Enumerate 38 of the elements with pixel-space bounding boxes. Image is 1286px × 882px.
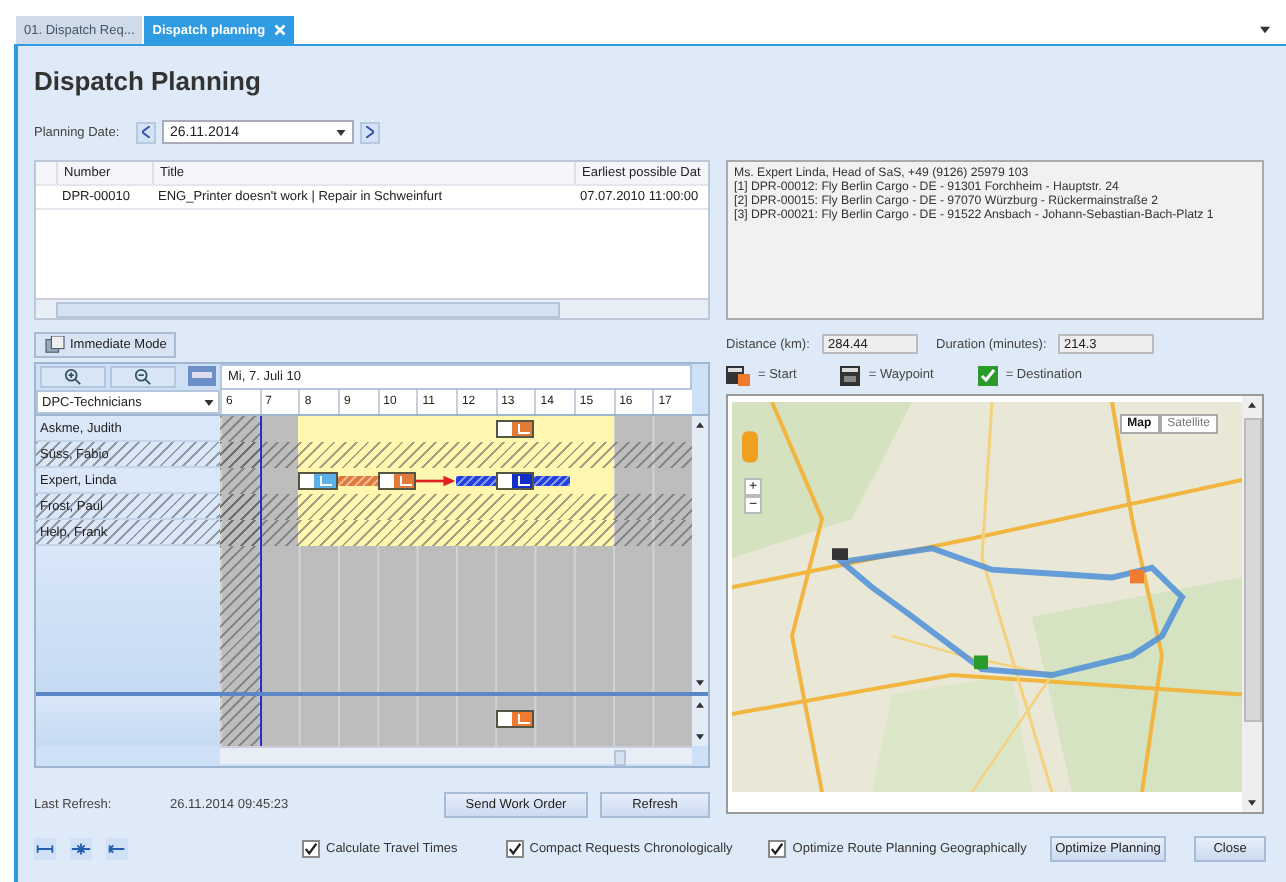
scroll-up-icon[interactable]: [696, 422, 704, 429]
zoom-in-icon[interactable]: [40, 365, 106, 388]
request-block[interactable]: [298, 472, 338, 491]
scrollbar[interactable]: [220, 746, 692, 765]
page-title: Dispatch Planning: [34, 66, 263, 98]
expand-icon[interactable]: [34, 837, 56, 859]
scrollbar[interactable]: [692, 416, 708, 693]
past-time-hatch: [220, 696, 260, 747]
scroll-down-icon[interactable]: [1248, 800, 1256, 806]
scroll-up-icon[interactable]: [696, 702, 704, 709]
scrollbar[interactable]: [692, 696, 708, 747]
request-block[interactable]: [495, 710, 535, 729]
past-time-hatch: [220, 468, 260, 495]
request-block[interactable]: [495, 472, 535, 491]
checkbox[interactable]: [768, 839, 787, 857]
past-time-hatch: [220, 416, 260, 443]
dropdown-icon[interactable]: [336, 129, 346, 135]
scrollbar[interactable]: [1242, 396, 1262, 812]
checkbox[interactable]: [302, 839, 320, 857]
pages-icon[interactable]: [44, 336, 66, 354]
chevron-right-icon[interactable]: [366, 126, 374, 138]
request-block[interactable]: [377, 472, 417, 491]
checkbox[interactable]: [505, 839, 524, 857]
scrollbar[interactable]: [36, 298, 708, 318]
dropdown-icon[interactable]: [1260, 26, 1270, 34]
scroll-down-icon[interactable]: [696, 734, 704, 741]
close-icon[interactable]: [273, 24, 286, 36]
chevron-left-icon[interactable]: [142, 126, 150, 138]
collapse-icon[interactable]: [70, 837, 92, 859]
scroll-up-icon[interactable]: [1248, 402, 1256, 408]
align-left-icon[interactable]: [106, 837, 128, 859]
next-button[interactable]: [360, 121, 380, 143]
request-block[interactable]: [495, 420, 535, 439]
current-time-line: [259, 696, 263, 747]
previous-button[interactable]: [136, 121, 156, 143]
dropdown-icon[interactable]: [204, 399, 214, 406]
zoom-out-icon[interactable]: [110, 365, 176, 388]
scroll-down-icon[interactable]: [696, 680, 704, 687]
